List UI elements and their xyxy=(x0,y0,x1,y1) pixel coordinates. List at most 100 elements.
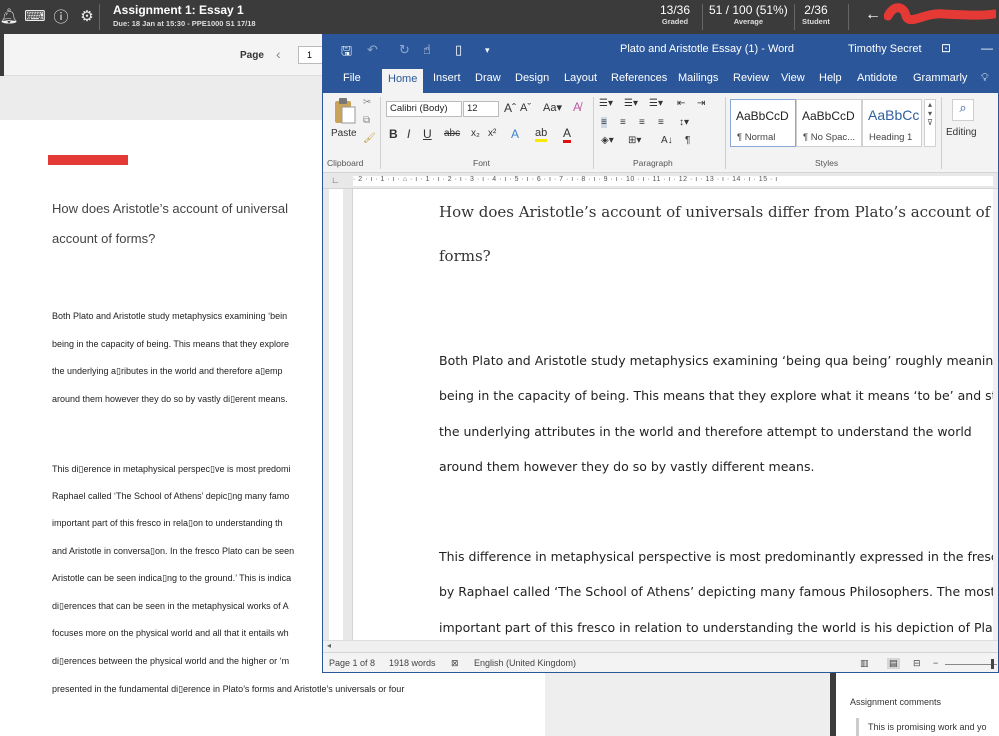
zoom-slider[interactable] xyxy=(945,664,997,665)
gear-icon[interactable]: ⚙ xyxy=(78,7,96,25)
text-effects-icon[interactable]: A xyxy=(511,127,519,141)
style-heading-1[interactable]: AaBbCc Heading 1 xyxy=(862,99,922,147)
decrease-indent-icon[interactable]: ⇤ xyxy=(677,98,685,109)
web-layout-icon[interactable]: ⊟ xyxy=(913,658,921,669)
essay-question-line[interactable]: How does Aristotle’s account of universa… xyxy=(439,203,990,221)
page-count[interactable]: Page 1 of 8 xyxy=(329,658,375,668)
copy-icon[interactable]: ⧉ xyxy=(363,115,370,126)
line-spacing-icon[interactable]: ↕▾ xyxy=(679,117,689,128)
style-no-spacing[interactable]: AaBbCcD ¶ No Spac... xyxy=(796,99,862,147)
vertical-ruler-scale[interactable] xyxy=(329,189,343,640)
font-name-select[interactable]: Calibri (Body) xyxy=(386,101,462,117)
essay-text-line[interactable]: Both Plato and Aristotle study metaphysi… xyxy=(439,353,998,368)
user-name[interactable]: Timothy Secret xyxy=(848,43,922,55)
chevron-left-icon[interactable]: ‹ xyxy=(276,46,281,62)
horizontal-scrollbar[interactable]: ◂ xyxy=(323,640,998,652)
tab-layout[interactable]: Layout xyxy=(564,72,597,84)
bell-icon[interactable]: 🔔︎ xyxy=(0,7,19,25)
cut-icon[interactable]: ✂ xyxy=(363,97,371,108)
tab-selector-icon[interactable]: ∟ xyxy=(331,175,340,185)
scroll-left-icon[interactable]: ◂ xyxy=(327,641,331,650)
essay-text-line[interactable]: This difference in metaphysical perspect… xyxy=(439,549,998,564)
zoom-slider-thumb[interactable] xyxy=(991,659,994,669)
subscript-icon[interactable]: x₂ xyxy=(471,128,480,139)
superscript-icon[interactable]: x² xyxy=(488,128,496,139)
back-arrow-icon[interactable]: ← xyxy=(865,6,881,24)
tab-grammarly[interactable]: Grammarly xyxy=(913,72,967,84)
new-document-icon[interactable]: ▯ xyxy=(455,42,462,58)
borders-icon[interactable]: ⊞▾ xyxy=(628,135,641,146)
multilevel-list-icon[interactable]: ☰▾ xyxy=(649,98,663,109)
paste-button[interactable]: Paste xyxy=(331,128,357,139)
undo-icon[interactable]: ↶ xyxy=(367,42,378,58)
ribbon-display-icon[interactable]: ⊡ xyxy=(941,41,951,55)
paste-icon[interactable] xyxy=(333,97,357,125)
zoom-out-icon[interactable]: − xyxy=(933,658,938,668)
comment-text[interactable]: This is promising work and yo xyxy=(868,722,999,732)
align-right-icon[interactable]: ≡ xyxy=(639,117,645,128)
essay-text-line[interactable]: the underlying attributes in the world a… xyxy=(439,424,972,439)
essay-text-line[interactable]: around them however they do so by vastly… xyxy=(439,459,814,474)
print-layout-icon[interactable]: ▤ xyxy=(887,658,900,669)
lightbulb-icon[interactable]: 💡︎ xyxy=(981,72,989,85)
assignment-title[interactable]: Assignment 1: Essay 1 xyxy=(113,3,244,17)
viewer-edge xyxy=(0,34,4,76)
grow-font-icon[interactable]: Aˆ xyxy=(504,101,516,115)
essay-text-line[interactable]: by Raphael called ‘The School of Athens’… xyxy=(439,584,995,599)
sort-icon[interactable]: A↓ xyxy=(661,135,673,146)
clear-formatting-icon[interactable]: A̸ xyxy=(573,100,581,114)
read-mode-icon[interactable]: ▥ xyxy=(860,658,869,669)
tab-mailings[interactable]: Mailings xyxy=(678,72,718,84)
keyboard-icon[interactable]: ⌨ xyxy=(24,7,46,25)
align-center-icon[interactable]: ≡ xyxy=(620,117,626,128)
italic-icon[interactable]: I xyxy=(407,127,410,141)
format-painter-icon[interactable]: 🖌︎ xyxy=(363,133,376,144)
horizontal-ruler[interactable]: · 2 · ı · 1 · ı · ⌂ · ı · 1 · ı · 2 · ı … xyxy=(353,176,993,186)
tab-view[interactable]: View xyxy=(781,72,805,84)
shrink-font-icon[interactable]: Aˇ xyxy=(520,102,531,114)
style-normal[interactable]: AaBbCcD ¶ Normal xyxy=(730,99,796,147)
search-icon[interactable]: ⌕ xyxy=(952,99,974,121)
bullets-icon[interactable]: ☰▾ xyxy=(599,98,613,109)
styles-scroll[interactable]: ▴ ▾ ⊽ xyxy=(924,99,936,147)
tab-references[interactable]: References xyxy=(611,72,667,84)
editing-button[interactable]: Editing xyxy=(946,127,977,138)
font-color-icon[interactable]: A xyxy=(563,126,572,143)
tab-insert[interactable]: Insert xyxy=(433,72,461,84)
font-size-select[interactable]: 12 xyxy=(463,101,499,117)
save-icon[interactable]: 🖫 xyxy=(341,42,352,64)
minimize-icon[interactable]: — xyxy=(981,41,993,55)
word-count[interactable]: 1918 words xyxy=(389,658,436,668)
touch-mode-icon[interactable]: ☝ xyxy=(423,42,431,58)
tab-help[interactable]: Help xyxy=(819,72,842,84)
essay-text-line[interactable]: important part of this fresco in relatio… xyxy=(439,620,998,635)
tab-file[interactable]: File xyxy=(343,72,361,84)
redo-icon[interactable]: ↻ xyxy=(399,42,410,58)
help-icon[interactable]: ⓘ xyxy=(52,7,70,26)
vertical-scrollbar[interactable] xyxy=(993,189,998,640)
justify-icon[interactable]: ≡ xyxy=(658,117,664,128)
proofing-icon[interactable]: ⊠ xyxy=(451,658,459,669)
tab-antidote[interactable]: Antidote xyxy=(857,72,897,84)
tab-home[interactable]: Home xyxy=(382,69,424,93)
change-case-icon[interactable]: Aa▾ xyxy=(543,101,562,114)
show-marks-icon[interactable]: ¶ xyxy=(685,135,690,146)
document-canvas[interactable]: How does Aristotle’s account of universa… xyxy=(353,189,998,640)
underline-icon[interactable]: U xyxy=(423,127,432,141)
customize-toolbar-icon[interactable]: ▾ xyxy=(485,45,490,56)
align-left-icon[interactable]: ≡ xyxy=(601,117,607,128)
strikethrough-icon[interactable]: abc xyxy=(444,128,460,139)
language-status[interactable]: English (United Kingdom) xyxy=(474,658,576,668)
tab-design[interactable]: Design xyxy=(515,72,549,84)
increase-indent-icon[interactable]: ⇥ xyxy=(697,98,705,109)
stat-student: 2/36 Student xyxy=(802,3,830,26)
tab-draw[interactable]: Draw xyxy=(475,72,501,84)
essay-question-line[interactable]: forms? xyxy=(439,247,491,265)
status-bar: Page 1 of 8 1918 words ⊠ English (United… xyxy=(323,652,998,672)
tab-review[interactable]: Review xyxy=(733,72,769,84)
shading-icon[interactable]: ◈▾ xyxy=(601,135,614,146)
essay-text-line[interactable]: being in the capacity of being. This mea… xyxy=(439,388,998,403)
numbering-icon[interactable]: ☰▾ xyxy=(624,98,638,109)
highlight-icon[interactable]: ab xyxy=(535,127,548,142)
bold-icon[interactable]: B xyxy=(389,127,398,141)
